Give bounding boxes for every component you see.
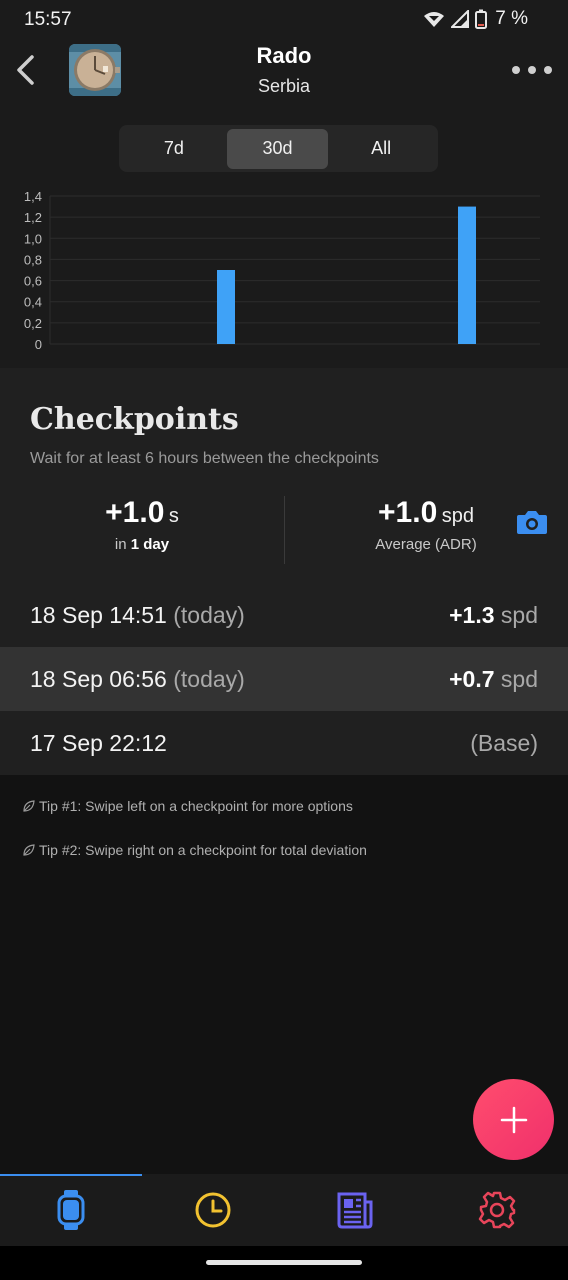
checkpoints-section: Checkpoints Wait for at least 6 hours be…	[0, 368, 568, 775]
checkpoint-list: 18 Sep 14:51 (today) +1.3 spd 18 Sep 06:…	[0, 583, 568, 775]
deviation-unit: s	[168, 505, 179, 527]
y-tick-label: 0,4	[24, 295, 42, 310]
wifi-icon	[424, 12, 445, 27]
checkpoint-relative: (today)	[173, 601, 245, 628]
y-tick-label: 0,8	[24, 252, 42, 267]
deviation-caption-duration: 1 day	[130, 536, 170, 553]
rate-unit: spd	[441, 505, 474, 527]
battery-icon	[475, 9, 488, 29]
checkpoint-rate: +1.3	[449, 601, 495, 628]
tip-2: Tip #2: Swipe right on a checkpoint for …	[22, 842, 367, 858]
checkpoints-hint: Wait for at least 6 hours between the ch…	[30, 450, 379, 467]
chart-bar[interactable]	[217, 270, 235, 344]
checkpoint-unit: spd	[500, 601, 538, 628]
leaf-icon	[23, 800, 35, 812]
checkpoint-base-label: (Base)	[470, 729, 538, 756]
more-dot-icon	[544, 66, 552, 74]
rate-caption: Average (ADR)	[375, 536, 477, 553]
checkpoint-row[interactable]: 18 Sep 14:51 (today) +1.3 spd	[0, 583, 568, 647]
more-dot-icon	[528, 66, 536, 74]
clock-icon	[195, 1192, 231, 1228]
y-tick-label: 0	[35, 337, 42, 352]
checkpoint-unit: spd	[500, 665, 538, 692]
battery-text: 7 %	[495, 8, 528, 29]
y-tick-label: 1,2	[24, 210, 42, 225]
checkpoint-row[interactable]: 18 Sep 06:56 (today) +0.7 spd	[0, 647, 568, 711]
nav-settings[interactable]	[426, 1174, 568, 1246]
checkpoint-row[interactable]: 17 Sep 22:12 (Base)	[0, 711, 568, 775]
signal-icon	[451, 10, 470, 28]
nav-news[interactable]	[284, 1174, 426, 1246]
more-dot-icon	[512, 66, 520, 74]
checkpoints-title: Checkpoints	[30, 402, 239, 437]
leaf-icon	[23, 844, 35, 856]
y-tick-label: 0,6	[24, 274, 42, 289]
system-navigation	[0, 1246, 568, 1280]
deviation-bar-chart: 1,4 1,2 1,0 0,8 0,6 0,4 0,2 0	[24, 189, 540, 352]
tip-text: Tip #2: Swipe right on a checkpoint for …	[39, 842, 367, 858]
more-options-button[interactable]	[512, 60, 552, 80]
checkpoint-date: 18 Sep 14:51	[30, 601, 167, 628]
tab-30d[interactable]: 30d	[226, 128, 329, 169]
checkpoint-date: 18 Sep 06:56	[30, 665, 167, 692]
y-tick-label: 0,2	[24, 316, 42, 331]
checkpoint-relative: (today)	[173, 665, 245, 692]
deviation-caption: in 1 day	[0, 536, 284, 553]
tab-all[interactable]: All	[330, 129, 432, 169]
deviation-value: +1.0	[105, 496, 165, 529]
plus-icon	[500, 1106, 527, 1133]
status-icons: 7 %	[423, 8, 528, 30]
deviation-caption-prefix: in	[114, 536, 127, 553]
chart-bar[interactable]	[458, 206, 476, 344]
news-icon	[337, 1192, 373, 1229]
range-segmented-control: 7d 30d All	[119, 125, 438, 172]
camera-icon	[517, 511, 547, 534]
page-title: Rado	[256, 43, 312, 68]
bottom-navigation	[0, 1174, 568, 1246]
camera-button[interactable]	[516, 508, 548, 536]
page-subtitle: Serbia	[257, 76, 311, 96]
summary-stats: +1.0 s in 1 day +1.0 spd Average (ADR)	[0, 496, 568, 566]
deviation-stat: +1.0 s in 1 day	[0, 496, 284, 553]
add-checkpoint-button[interactable]	[473, 1079, 554, 1160]
watch-icon	[57, 1190, 85, 1230]
checkpoint-date: 17 Sep 22:12	[30, 729, 167, 756]
app-header: Rado Serbia	[0, 38, 568, 102]
y-tick-label: 1,4	[24, 189, 42, 204]
tip-1: Tip #1: Swipe left on a checkpoint for m…	[22, 798, 353, 814]
status-bar: 15:57 7 %	[0, 0, 568, 38]
nav-timing[interactable]	[142, 1174, 284, 1246]
nav-watches[interactable]	[0, 1174, 142, 1246]
y-tick-label: 1,0	[24, 231, 42, 246]
status-time: 15:57	[24, 9, 72, 30]
settings-icon	[478, 1191, 516, 1229]
home-indicator[interactable]	[206, 1260, 362, 1265]
checkpoint-rate: +0.7	[449, 665, 495, 692]
tab-7d[interactable]: 7d	[123, 129, 225, 169]
tip-text: Tip #1: Swipe left on a checkpoint for m…	[39, 798, 353, 814]
chart-panel: 7d 30d All 1,4 1,2 1,0 0,8 0,6 0,4 0,2 0	[0, 102, 568, 368]
rate-value: +1.0	[378, 496, 438, 529]
